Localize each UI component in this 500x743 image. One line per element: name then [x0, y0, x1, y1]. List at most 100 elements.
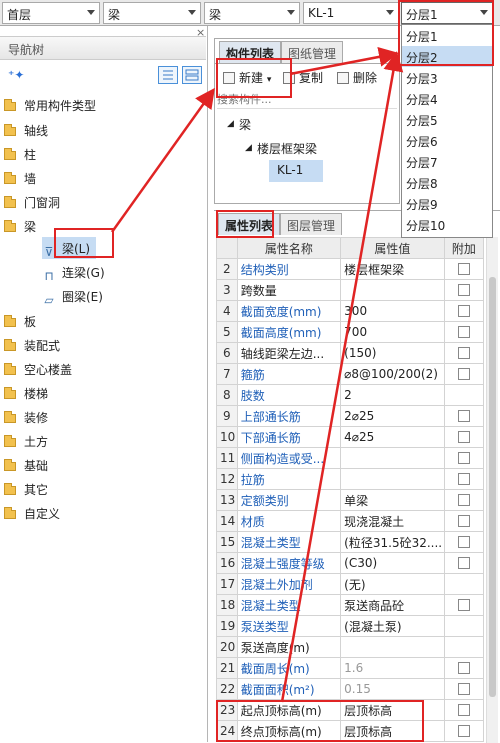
- sidebar-item-14[interactable]: 自定义: [4, 502, 60, 524]
- table-row[interactable]: 22 截面面积(m²) 0.15: [216, 678, 485, 700]
- property-value[interactable]: 单梁: [340, 489, 445, 511]
- table-row[interactable]: 16 混凝土强度等级 (C30): [216, 552, 485, 574]
- sidebar-item-4[interactable]: 门窗洞: [4, 191, 60, 213]
- extra-checkbox[interactable]: [457, 305, 470, 317]
- table-row[interactable]: 14 材质 现浇混凝土: [216, 510, 485, 532]
- property-value[interactable]: 2⌀25: [340, 405, 445, 427]
- table-row[interactable]: 17 混凝土外加剂 (无): [216, 573, 485, 595]
- property-value[interactable]: [340, 468, 445, 490]
- sidebar-item-2[interactable]: 柱: [4, 143, 36, 165]
- property-value[interactable]: [340, 279, 445, 301]
- table-row[interactable]: 9 上部通长筋 2⌀25: [216, 405, 485, 427]
- sidebar-item-11[interactable]: 土方: [4, 430, 48, 452]
- sidebar-item-8[interactable]: 空心楼盖: [4, 358, 72, 380]
- extra-checkbox[interactable]: [457, 494, 470, 506]
- sidebar-item-12[interactable]: 基础: [4, 454, 48, 476]
- layer-option[interactable]: 分层4: [402, 88, 492, 109]
- layer-option[interactable]: 分层5: [402, 109, 492, 130]
- table-row[interactable]: 20 泵送高度(m): [216, 636, 485, 658]
- sidebar-item-3[interactable]: 墙: [4, 167, 36, 189]
- floor-select[interactable]: 首层: [2, 2, 100, 24]
- extra-checkbox[interactable]: [457, 284, 470, 296]
- table-row[interactable]: 19 泵送类型 (混凝土泵): [216, 615, 485, 637]
- property-value[interactable]: 0.15: [340, 678, 445, 700]
- extra-checkbox[interactable]: [457, 557, 470, 569]
- layer-option[interactable]: 分层6: [402, 130, 492, 151]
- extra-checkbox[interactable]: [457, 410, 470, 422]
- table-row[interactable]: 13 定额类别 单梁: [216, 489, 485, 511]
- table-row[interactable]: 3 跨数量: [216, 279, 485, 301]
- extra-checkbox[interactable]: [457, 473, 470, 485]
- layer-option[interactable]: 分层7: [402, 151, 492, 172]
- layer-option[interactable]: 分层3: [402, 67, 492, 88]
- sidebar-subitem-2[interactable]: ▱ 圈梁(E): [42, 285, 103, 307]
- layer-option[interactable]: 分层10: [402, 214, 492, 235]
- table-row[interactable]: 15 混凝土类型 (粒径31.5砼32....: [216, 531, 485, 553]
- sidebar-item-6[interactable]: 板: [4, 310, 36, 332]
- extra-checkbox[interactable]: [457, 662, 470, 674]
- property-value[interactable]: 现浇混凝土: [340, 510, 445, 532]
- table-row[interactable]: 4 截面宽度(mm) 300: [216, 300, 485, 322]
- extra-checkbox[interactable]: [457, 263, 470, 275]
- sidebar-item-1[interactable]: 轴线: [4, 119, 48, 141]
- type-select[interactable]: 梁: [103, 2, 201, 24]
- property-value[interactable]: 4⌀25: [340, 426, 445, 448]
- grid-view-icon[interactable]: [182, 66, 202, 84]
- extra-checkbox[interactable]: [457, 704, 470, 716]
- extra-checkbox[interactable]: [457, 452, 470, 464]
- property-value[interactable]: (C30): [340, 552, 445, 574]
- table-row[interactable]: 7 箍筋 ⌀8@100/200(2): [216, 363, 485, 385]
- property-value[interactable]: (150): [340, 342, 445, 364]
- list-view-icon[interactable]: [158, 66, 178, 84]
- extra-checkbox[interactable]: [457, 326, 470, 338]
- add-icon[interactable]: ⁺✦: [8, 68, 24, 82]
- table-row[interactable]: 11 侧面构造或受...: [216, 447, 485, 469]
- tab-layer-management[interactable]: 图层管理: [280, 213, 342, 235]
- property-value[interactable]: (混凝土泵): [340, 615, 445, 637]
- sidebar-item-5[interactable]: 梁: [4, 215, 36, 237]
- expand-arrow-icon[interactable]: ◢: [245, 143, 252, 153]
- table-row[interactable]: 12 拉筋: [216, 468, 485, 490]
- sidebar-item-9[interactable]: 楼梯: [4, 382, 48, 404]
- extra-checkbox[interactable]: [457, 431, 470, 443]
- sidebar-subitem-1[interactable]: ⊓ 连梁(G): [42, 261, 104, 283]
- component-select[interactable]: KL-1: [303, 2, 399, 24]
- expand-arrow-icon[interactable]: ◢: [227, 119, 234, 129]
- property-value[interactable]: 楼层框架梁: [340, 258, 445, 280]
- tree-item-kl1[interactable]: KL-1: [269, 160, 323, 182]
- extra-checkbox[interactable]: [457, 683, 470, 695]
- property-value[interactable]: 1.6: [340, 657, 445, 679]
- property-value[interactable]: (粒径31.5砼32....: [340, 531, 445, 553]
- subtype-select[interactable]: 梁: [204, 2, 300, 24]
- sidebar-item-7[interactable]: 装配式: [4, 334, 60, 356]
- sidebar-item-13[interactable]: 其它: [4, 478, 48, 500]
- extra-checkbox[interactable]: [457, 368, 470, 380]
- property-value[interactable]: 2: [340, 384, 445, 406]
- property-value[interactable]: 泵送商品砼: [340, 594, 445, 616]
- property-value[interactable]: 700: [340, 321, 445, 343]
- extra-checkbox[interactable]: [457, 599, 470, 611]
- extra-checkbox[interactable]: [457, 725, 470, 737]
- property-value[interactable]: [340, 447, 445, 469]
- extra-checkbox[interactable]: [457, 347, 470, 359]
- property-value[interactable]: 300: [340, 300, 445, 322]
- table-row[interactable]: 6 轴线距梁左边... (150): [216, 342, 485, 364]
- tree-group-frame-beam[interactable]: 楼层框架梁: [257, 140, 317, 157]
- property-value[interactable]: [340, 636, 445, 658]
- tree-root-beam[interactable]: 梁: [239, 116, 251, 133]
- table-row[interactable]: 8 肢数 2: [216, 384, 485, 406]
- layer-option[interactable]: 分层9: [402, 193, 492, 214]
- table-row[interactable]: 2 结构类别 楼层框架梁: [216, 258, 485, 280]
- scrollbar-thumb[interactable]: [489, 277, 496, 697]
- table-row[interactable]: 5 截面高度(mm) 700: [216, 321, 485, 343]
- property-value[interactable]: (无): [340, 573, 445, 595]
- layer-option[interactable]: 分层8: [402, 172, 492, 193]
- extra-checkbox[interactable]: [457, 536, 470, 548]
- table-row[interactable]: 18 混凝土类型 泵送商品砼: [216, 594, 485, 616]
- sidebar-item-10[interactable]: 装修: [4, 406, 48, 428]
- extra-checkbox[interactable]: [457, 515, 470, 527]
- property-value[interactable]: ⌀8@100/200(2): [340, 363, 445, 385]
- sidebar-item-0[interactable]: 常用构件类型: [4, 94, 96, 116]
- vertical-scrollbar[interactable]: [486, 237, 498, 743]
- table-row[interactable]: 21 截面周长(m) 1.6: [216, 657, 485, 679]
